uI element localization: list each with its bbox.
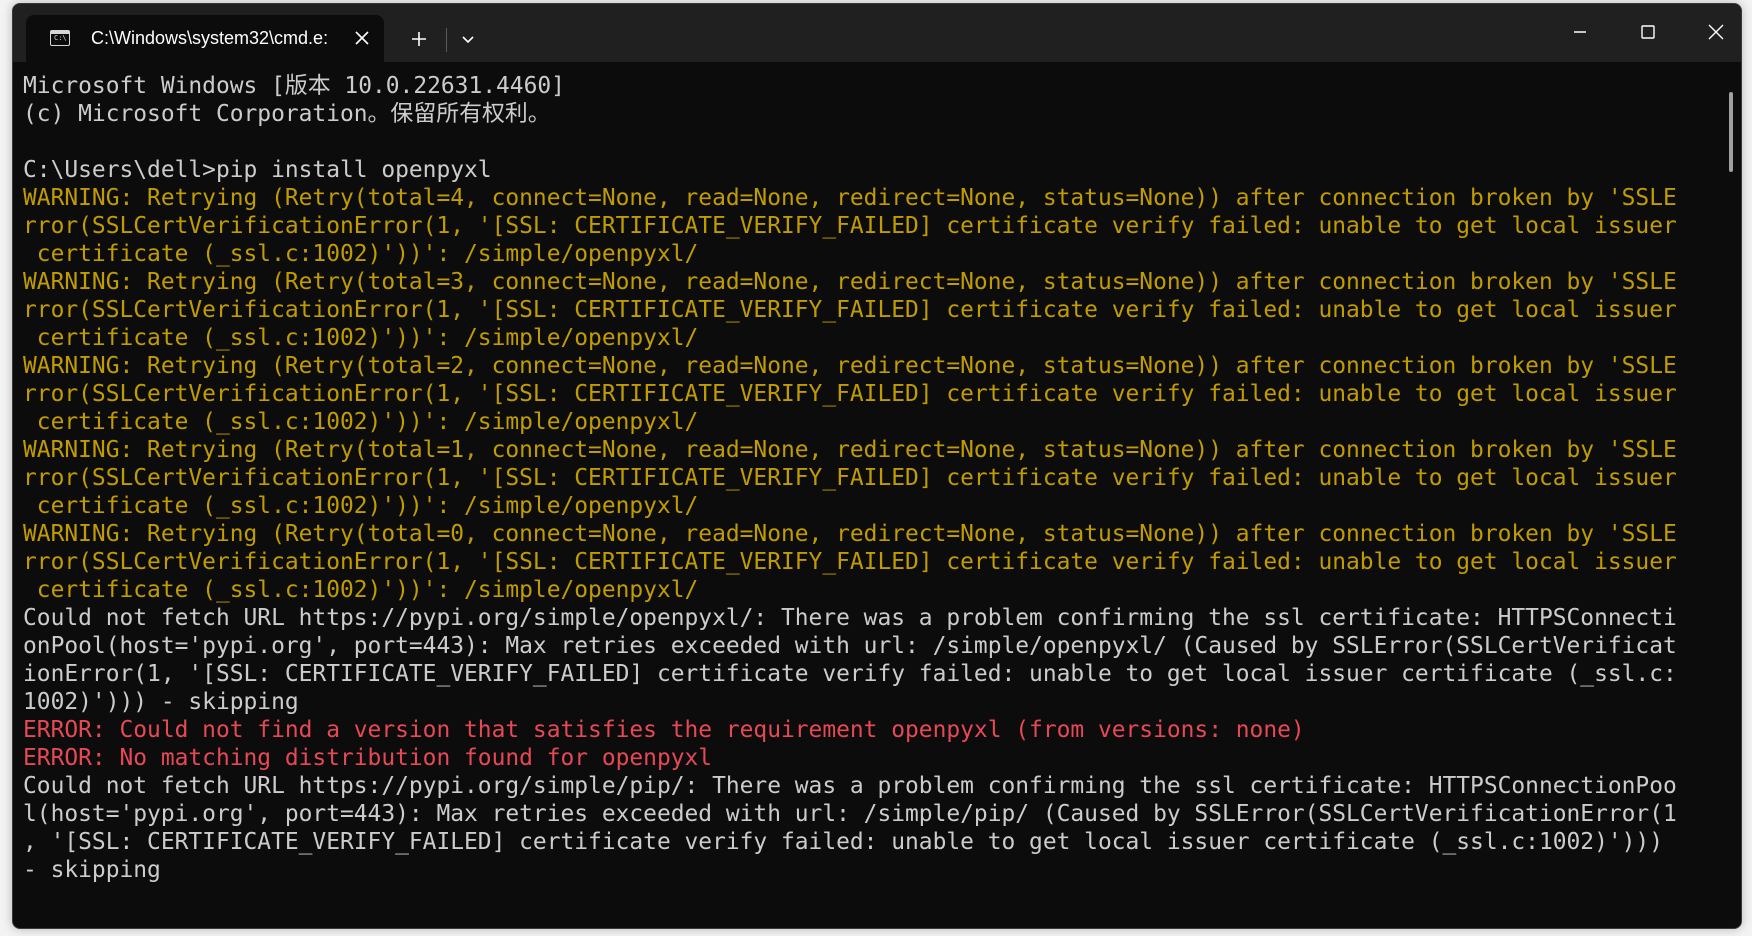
terminal-line: certificate (_ssl.c:1002)'))': /simple/o… bbox=[23, 241, 699, 267]
terminal-line: certificate (_ssl.c:1002)'))': /simple/o… bbox=[23, 325, 699, 351]
scrollbar[interactable] bbox=[1729, 92, 1733, 172]
terminal-line: WARNING: Retrying (Retry(total=3, connec… bbox=[23, 269, 1677, 295]
tab-cmd[interactable]: C:\ C:\Windows\system32\cmd.e: bbox=[26, 15, 384, 62]
close-icon bbox=[355, 31, 369, 45]
tab-separator bbox=[446, 28, 447, 52]
terminal-line: C:\Users\dell>pip install openpyxl bbox=[23, 157, 492, 183]
title-bar[interactable]: C:\ C:\Windows\system32\cmd.e: bbox=[13, 4, 1741, 62]
terminal-icon-glyph: C:\ bbox=[54, 34, 67, 42]
terminal-line: certificate (_ssl.c:1002)'))': /simple/o… bbox=[23, 409, 699, 435]
terminal-line: rror(SSLCertVerificationError(1, '[SSL: … bbox=[23, 381, 1677, 407]
terminal-line: WARNING: Retrying (Retry(total=1, connec… bbox=[23, 437, 1677, 463]
tab-dropdown-button[interactable] bbox=[453, 24, 483, 54]
minimize-button[interactable] bbox=[1550, 12, 1610, 52]
plus-icon bbox=[412, 32, 426, 46]
terminal-line: Could not fetch URL https://pypi.org/sim… bbox=[23, 773, 1677, 799]
terminal-line: rror(SSLCertVerificationError(1, '[SSL: … bbox=[23, 549, 1677, 575]
close-button[interactable] bbox=[1686, 12, 1741, 52]
terminal-line: - skipping bbox=[23, 857, 161, 883]
terminal-line: rror(SSLCertVerificationError(1, '[SSL: … bbox=[23, 297, 1677, 323]
terminal-line: rror(SSLCertVerificationError(1, '[SSL: … bbox=[23, 213, 1677, 239]
close-tab-button[interactable] bbox=[350, 26, 374, 50]
terminal-line: , '[SSL: CERTIFICATE_VERIFY_FAILED] cert… bbox=[23, 829, 1663, 855]
terminal-icon: C:\ bbox=[50, 30, 70, 46]
terminal-line: WARNING: Retrying (Retry(total=4, connec… bbox=[23, 185, 1677, 211]
terminal-line: Microsoft Windows [版本 10.0.22631.4460] bbox=[23, 73, 565, 99]
terminal-line: onPool(host='pypi.org', port=443): Max r… bbox=[23, 633, 1677, 659]
terminal-line: ionError(1, '[SSL: CERTIFICATE_VERIFY_FA… bbox=[23, 661, 1677, 687]
maximize-button[interactable] bbox=[1618, 12, 1678, 52]
chevron-down-icon bbox=[462, 36, 474, 44]
terminal-line: certificate (_ssl.c:1002)'))': /simple/o… bbox=[23, 577, 699, 603]
terminal-line: WARNING: Retrying (Retry(total=2, connec… bbox=[23, 353, 1677, 379]
terminal-line: ERROR: No matching distribution found fo… bbox=[23, 745, 713, 771]
maximize-icon bbox=[1641, 25, 1655, 39]
tab-title: C:\Windows\system32\cmd.e: bbox=[91, 28, 329, 48]
new-tab-button[interactable] bbox=[403, 24, 435, 54]
terminal-line: WARNING: Retrying (Retry(total=0, connec… bbox=[23, 521, 1677, 547]
minimize-icon bbox=[1574, 31, 1586, 33]
terminal-line: rror(SSLCertVerificationError(1, '[SSL: … bbox=[23, 465, 1677, 491]
close-icon bbox=[1708, 24, 1724, 40]
terminal-output[interactable]: Microsoft Windows [版本 10.0.22631.4460] (c… bbox=[13, 62, 1723, 928]
terminal-window: C:\ C:\Windows\system32\cmd.e: Microsoft… bbox=[12, 3, 1742, 929]
terminal-line: (c) Microsoft Corporation。保留所有权利。 bbox=[23, 101, 551, 127]
terminal-line: certificate (_ssl.c:1002)'))': /simple/o… bbox=[23, 493, 699, 519]
terminal-line: l(host='pypi.org', port=443): Max retrie… bbox=[23, 801, 1677, 827]
terminal-line: Could not fetch URL https://pypi.org/sim… bbox=[23, 605, 1677, 631]
terminal-line: 1002)'))) - skipping bbox=[23, 689, 299, 715]
terminal-line: ERROR: Could not find a version that sat… bbox=[23, 717, 1305, 743]
